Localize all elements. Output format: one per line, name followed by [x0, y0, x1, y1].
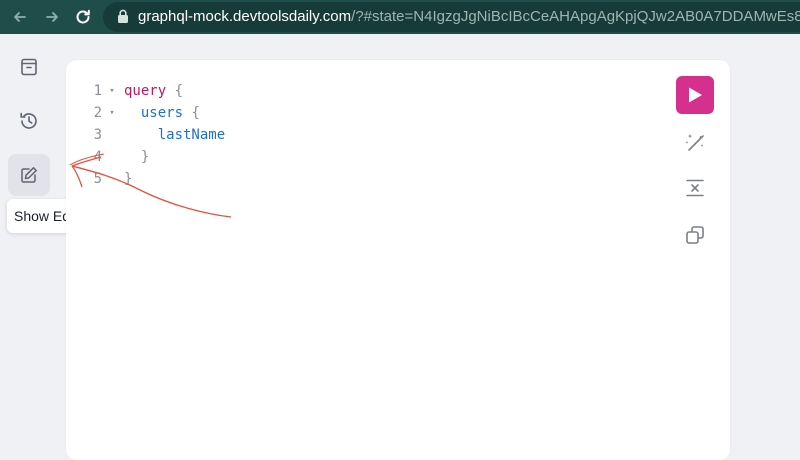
url-text: graphql-mock.devtoolsdaily.com/?#state=N… [138, 8, 800, 25]
fold-chevron-icon[interactable]: ▾ [106, 80, 118, 102]
line-number: 5 [93, 171, 102, 187]
lock-icon[interactable] [117, 9, 129, 29]
merge-fragments-icon [686, 179, 704, 197]
keyword-token: query [124, 83, 167, 99]
brace-token: { [166, 83, 184, 99]
history-icon [20, 112, 37, 129]
code-area[interactable]: 1 ▾ query {2 ▾ users {3 lastName 4 } 5} [88, 80, 226, 190]
back-arrow-icon[interactable] [8, 5, 32, 29]
brace-token: } [124, 171, 133, 187]
edit-sdl-button[interactable] [8, 154, 50, 196]
code-line[interactable]: 4 } [88, 146, 225, 168]
query-editor[interactable]: 1 ▾ query {2 ▾ users {3 lastName 4 } 5} [66, 60, 730, 460]
url-host: graphql-mock.devtoolsdaily.com [138, 8, 352, 25]
brace-token: { [183, 105, 200, 121]
run-button[interactable] [676, 76, 714, 114]
copy-icon [686, 226, 704, 244]
edit-icon [21, 167, 37, 183]
sidebar [0, 34, 60, 440]
code-line[interactable]: 3 lastName [88, 124, 226, 146]
line-number: 3 [93, 127, 102, 143]
line-number: 4 [93, 149, 102, 165]
code-line[interactable]: 1 ▾ query { [88, 80, 225, 102]
prettify-button[interactable] [680, 128, 710, 158]
address-bar[interactable]: graphql-mock.devtoolsdaily.com/?#state=N… [103, 2, 800, 32]
forward-arrow-icon[interactable] [40, 5, 64, 29]
code-line[interactable]: 2 ▾ users { [88, 102, 225, 124]
play-icon [689, 87, 702, 103]
brace-token: } [140, 149, 150, 165]
reload-icon[interactable] [71, 5, 95, 29]
field-token: users [140, 105, 184, 121]
prettify-magic-icon [685, 134, 704, 151]
line-number: 1 [93, 83, 102, 99]
history-button[interactable] [8, 100, 50, 142]
field-token: lastName [157, 127, 226, 143]
line-number: 2 [93, 105, 102, 121]
copy-button[interactable] [680, 220, 710, 250]
docs-icon [21, 58, 37, 76]
code-line[interactable]: 5} [88, 168, 225, 190]
docs-button[interactable] [8, 46, 50, 88]
browser-toolbar: graphql-mock.devtoolsdaily.com/?#state=N… [0, 0, 800, 34]
url-path: /?#state=N4IgzgJgNiBcIBcCeAHApgAgKpjQJw2… [351, 8, 800, 25]
fold-chevron-icon[interactable]: ▾ [106, 102, 118, 124]
merge-fragments-button[interactable] [680, 173, 710, 203]
